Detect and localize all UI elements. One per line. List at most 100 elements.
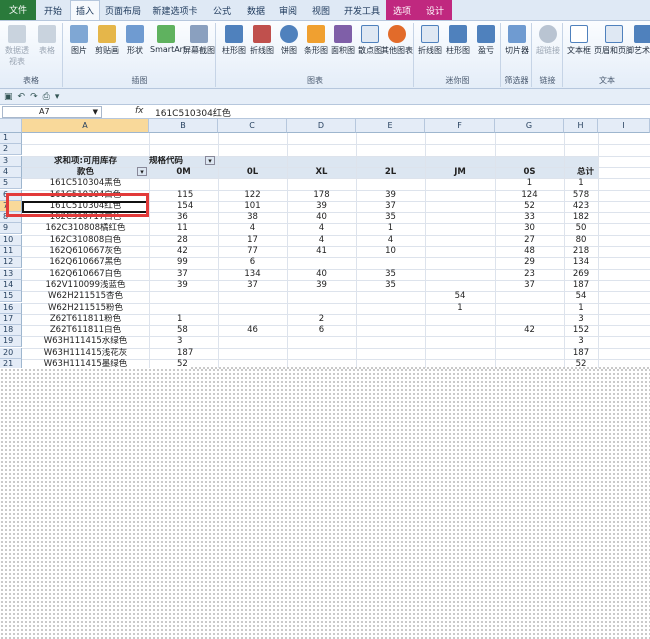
data-cell[interactable]: 50 (564, 223, 598, 234)
row-header-14[interactable]: 14 (0, 279, 22, 291)
data-cell[interactable]: 30 (495, 223, 564, 234)
column-header-H[interactable]: H (564, 119, 598, 133)
data-cell[interactable]: 54 (564, 291, 598, 302)
data-cell[interactable]: 3 (564, 314, 598, 325)
data-cell[interactable]: 41 (287, 246, 356, 257)
picture-button[interactable]: 图片 (64, 25, 94, 56)
column-header-D[interactable]: D (287, 119, 356, 133)
data-cell[interactable]: 23 (495, 269, 564, 280)
row-label[interactable]: Z62T611811白色 (22, 325, 149, 336)
data-cell[interactable]: 39 (356, 190, 425, 201)
tab-new-tab[interactable]: 新建选项卡 (146, 1, 204, 20)
save-icon[interactable]: ▣ (4, 92, 13, 102)
data-cell[interactable]: 77 (218, 246, 287, 257)
row-label[interactable]: W63H111415浅花灰 (22, 348, 149, 359)
pie-chart-button[interactable]: 饼图 (274, 25, 304, 56)
data-cell[interactable]: 39 (287, 280, 356, 291)
customize-qat-icon[interactable]: ▾ (55, 92, 60, 102)
row-label[interactable]: 162Q610667黑色 (22, 257, 149, 268)
other-charts-button[interactable]: 其他图表 (380, 25, 414, 56)
data-cell[interactable]: 35 (356, 280, 425, 291)
sparkline-winloss-button[interactable]: 盈亏 (471, 25, 501, 56)
fx-icon[interactable]: fx (135, 106, 144, 116)
data-cell[interactable]: 1 (564, 178, 598, 189)
data-cell[interactable]: 3 (149, 336, 218, 347)
data-cell[interactable]: 38 (218, 212, 287, 223)
column-label-0L[interactable]: 0L (218, 167, 287, 178)
data-cell[interactable]: 35 (356, 212, 425, 223)
row-header-19[interactable]: 19 (0, 336, 22, 348)
row-label[interactable]: 162C310808橘红色 (22, 223, 149, 234)
column-label-2L[interactable]: 2L (356, 167, 425, 178)
row-header-13[interactable]: 13 (0, 268, 22, 280)
data-cell[interactable]: 1 (356, 223, 425, 234)
tab-view[interactable]: 视图 (304, 1, 338, 20)
row-label[interactable]: W63H111415水绿色 (22, 336, 149, 347)
column-label-JM[interactable]: JM (425, 167, 495, 178)
row-label[interactable]: W62H211515粉色 (22, 303, 149, 314)
data-cell[interactable]: 99 (149, 257, 218, 268)
column-header-C[interactable]: C (218, 119, 287, 133)
data-cell[interactable]: 4 (287, 235, 356, 246)
tab-insert[interactable]: 插入 (70, 0, 100, 20)
data-cell[interactable]: 37 (149, 269, 218, 280)
row-header-5[interactable]: 5 (0, 178, 22, 190)
data-cell[interactable]: 4 (218, 223, 287, 234)
data-cell[interactable]: 178 (287, 190, 356, 201)
tab-home[interactable]: 开始 (36, 1, 70, 20)
data-cell[interactable]: 37 (356, 201, 425, 212)
data-cell[interactable]: 578 (564, 190, 598, 201)
data-cell[interactable]: 39 (149, 280, 218, 291)
column-header-A[interactable]: A (22, 119, 149, 133)
row-label[interactable]: 162Q610667白色 (22, 269, 149, 280)
slicer-button[interactable]: 切片器 (502, 25, 532, 56)
undo-icon[interactable]: ↶ (18, 92, 26, 102)
redo-icon[interactable]: ↷ (30, 92, 38, 102)
column-header-F[interactable]: F (425, 119, 495, 133)
row-label[interactable]: 162C310808白色 (22, 235, 149, 246)
data-cell[interactable]: 4 (356, 235, 425, 246)
chevron-down-icon[interactable]: ▼ (93, 107, 98, 117)
name-box[interactable]: A7 ▼ (2, 106, 102, 118)
sparkline-column-button[interactable]: 柱形图 (443, 25, 473, 56)
tab-formulas[interactable]: 公式 (204, 1, 240, 20)
data-cell[interactable]: 37 (218, 280, 287, 291)
data-cell[interactable]: 3 (564, 336, 598, 347)
data-cell[interactable]: 40 (287, 212, 356, 223)
sparkline-line-button[interactable]: 折线图 (415, 25, 445, 56)
data-cell[interactable]: 134 (218, 269, 287, 280)
data-cell[interactable]: 33 (495, 212, 564, 223)
row-label[interactable]: Z62T611811粉色 (22, 314, 149, 325)
bar-chart-button[interactable]: 条形图 (301, 25, 331, 56)
line-chart-button[interactable]: 折线图 (247, 25, 277, 56)
formula-input[interactable]: 161C510304红色 (155, 106, 231, 119)
tab-design[interactable]: 设计 (418, 1, 452, 20)
row-label[interactable]: W62H211515杏色 (22, 291, 149, 302)
column-label-0M[interactable]: 0M (149, 167, 218, 178)
filter-dropdown-icon[interactable]: ▾ (137, 166, 147, 176)
data-cell[interactable]: 152 (564, 325, 598, 336)
data-cell[interactable]: 1 (495, 178, 564, 189)
data-cell[interactable]: 46 (218, 325, 287, 336)
data-cell[interactable]: 36 (149, 212, 218, 223)
clipart-button[interactable]: 剪贴画 (92, 25, 122, 56)
row-field-header[interactable]: 款色 (22, 167, 149, 178)
data-cell[interactable]: 122 (218, 190, 287, 201)
row-label[interactable]: 162Q610667灰色 (22, 246, 149, 257)
column-header-I[interactable]: I (598, 119, 650, 133)
data-cell[interactable]: 11 (149, 223, 218, 234)
row-header-2[interactable]: 2 (0, 144, 22, 156)
data-cell[interactable]: 27 (495, 235, 564, 246)
data-cell[interactable]: 187 (564, 348, 598, 359)
select-all-corner[interactable] (0, 119, 22, 133)
data-cell[interactable]: 35 (356, 269, 425, 280)
row-label[interactable]: 162V110099浅蓝色 (22, 280, 149, 291)
row-header-20[interactable]: 20 (0, 347, 22, 359)
data-cell[interactable]: 6 (287, 325, 356, 336)
row-label[interactable]: 161C510304黑色 (22, 178, 149, 189)
data-cell[interactable]: 39 (287, 201, 356, 212)
row-header-10[interactable]: 10 (0, 234, 22, 246)
hyperlink-button[interactable]: 超链接 (533, 25, 563, 56)
data-cell[interactable]: 10 (356, 246, 425, 257)
data-cell[interactable]: 187 (564, 280, 598, 291)
